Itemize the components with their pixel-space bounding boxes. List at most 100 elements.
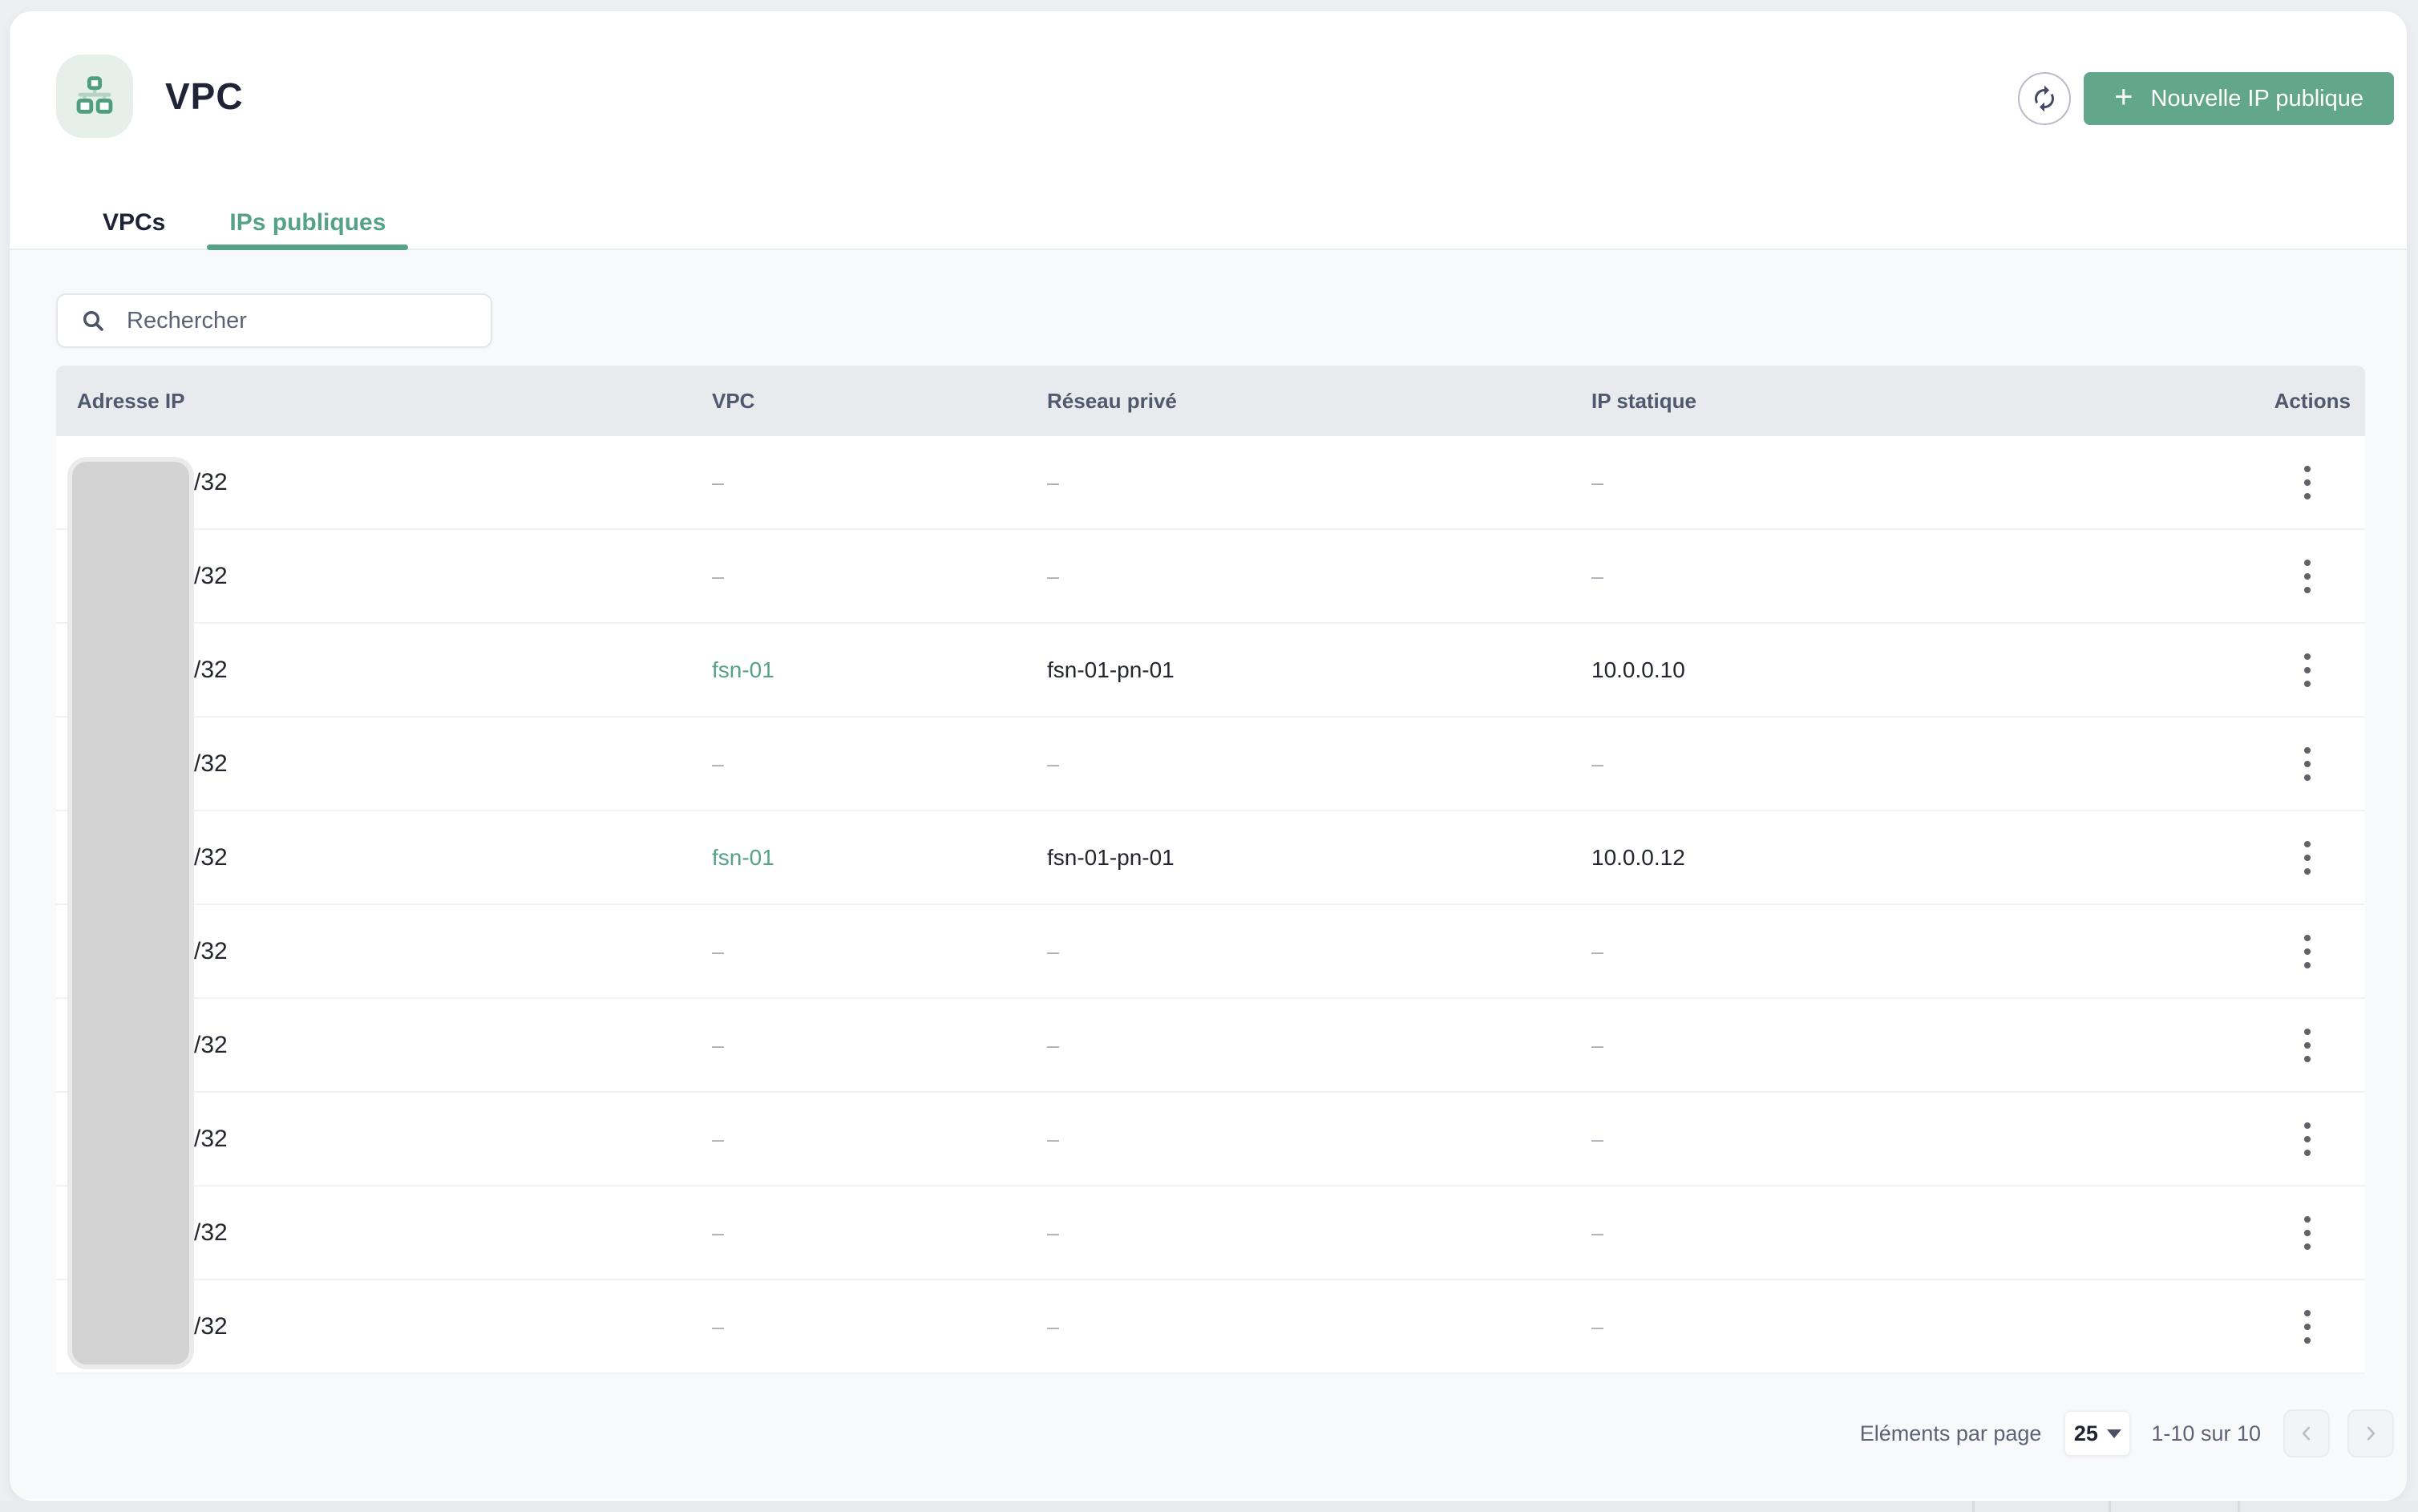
ip-mask: /32	[194, 844, 228, 871]
vpc-value: –	[712, 471, 724, 495]
network-tree-icon	[71, 73, 118, 119]
static-ip-value: 10.0.0.12	[1591, 845, 1685, 870]
cell-actions	[2249, 924, 2365, 980]
vpc-value: –	[712, 1221, 724, 1245]
kebab-menu-icon[interactable]	[2288, 736, 2327, 792]
kebab-menu-icon[interactable]	[2288, 924, 2327, 980]
static-ip-value: –	[1591, 564, 1603, 588]
ip-mask: /32	[194, 469, 228, 495]
static-ip-value: –	[1591, 471, 1603, 495]
vpc-value: –	[712, 1033, 724, 1057]
search-input[interactable]	[125, 307, 478, 335]
static-ip-value: 10.0.0.10	[1591, 657, 1685, 682]
table-row: /32 – – –	[56, 1093, 2365, 1187]
cell-actions	[2249, 830, 2365, 886]
vpc-value[interactable]: fsn-01	[712, 845, 774, 870]
cell-ip-statique: 10.0.0.12	[1591, 845, 2249, 871]
kebab-menu-icon[interactable]	[2288, 830, 2327, 886]
kebab-menu-icon[interactable]	[2288, 548, 2327, 604]
kebab-menu-icon[interactable]	[2288, 455, 2327, 511]
private-network-value: –	[1047, 1127, 1059, 1151]
cell-actions	[2249, 1017, 2365, 1073]
kebab-menu-icon[interactable]	[2288, 642, 2327, 698]
private-network-value: fsn-01-pn-01	[1047, 845, 1175, 870]
cell-actions	[2249, 1205, 2365, 1261]
public-ips-table: Adresse IP VPC Réseau privé IP statique …	[56, 366, 2365, 1374]
card-body: Adresse IP VPC Réseau privé IP statique …	[10, 250, 2407, 1499]
cell-actions	[2249, 736, 2365, 792]
ip-mask: /32	[194, 657, 228, 683]
ip-mask: /32	[194, 938, 228, 964]
static-ip-value: –	[1591, 1127, 1603, 1151]
cell-vpc: –	[712, 1220, 1047, 1246]
column-header-ip-statique: IP statique	[1591, 389, 2249, 414]
kebab-menu-icon[interactable]	[2288, 1111, 2327, 1167]
tab-ips-publiques[interactable]: IPs publiques	[207, 196, 408, 250]
cell-reseau-prive: –	[1047, 1033, 1591, 1058]
ip-mask: /32	[194, 1219, 228, 1246]
items-per-page-label: Eléments par page	[1860, 1421, 2042, 1446]
cell-ip-statique: –	[1591, 1314, 2249, 1340]
private-network-value: –	[1047, 564, 1059, 588]
column-header-adresse-ip: Adresse IP	[56, 389, 712, 414]
cell-vpc: –	[712, 939, 1047, 964]
cell-vpc: –	[712, 1033, 1047, 1058]
vpc-value: –	[712, 1127, 724, 1151]
private-network-value: –	[1047, 1033, 1059, 1057]
table-row: /32 – – –	[56, 530, 2365, 624]
static-ip-value: –	[1591, 940, 1603, 964]
cell-ip-statique: –	[1591, 564, 2249, 589]
header-actions: + Nouvelle IP publique	[2018, 72, 2394, 125]
column-header-actions: Actions	[2274, 389, 2365, 414]
new-public-ip-button-label: Nouvelle IP publique	[2151, 86, 2364, 112]
table-row: /32 – – –	[56, 718, 2365, 811]
refresh-button[interactable]	[2018, 72, 2071, 125]
background-divider	[2109, 1501, 2111, 1512]
cell-reseau-prive: –	[1047, 1126, 1591, 1152]
cell-reseau-prive: fsn-01-pn-01	[1047, 845, 1591, 871]
background-divider	[1972, 1501, 1975, 1512]
kebab-menu-icon[interactable]	[2288, 1299, 2327, 1355]
kebab-menu-icon[interactable]	[2288, 1017, 2327, 1073]
cell-actions	[2249, 642, 2365, 698]
table-header-row: Adresse IP VPC Réseau privé IP statique …	[56, 366, 2365, 436]
cell-ip-statique: –	[1591, 470, 2249, 495]
vpc-product-icon	[56, 55, 133, 138]
cell-ip-statique: 10.0.0.10	[1591, 657, 2249, 683]
vpc-value: –	[712, 752, 724, 776]
ip-mask: /32	[194, 1032, 228, 1058]
page-size-select[interactable]: 25	[2064, 1411, 2130, 1456]
card-header: VPC + Nouvelle IP publique VPCs IPs publ…	[10, 11, 2407, 250]
chevron-right-icon	[2362, 1425, 2380, 1442]
tab-ips-publiques-label: IPs publiques	[229, 209, 386, 237]
cell-reseau-prive: –	[1047, 1220, 1591, 1246]
static-ip-value: –	[1591, 1315, 1603, 1339]
tab-vpcs[interactable]: VPCs	[80, 196, 188, 250]
next-page-button[interactable]	[2347, 1409, 2394, 1457]
tab-bar: VPCs IPs publiques	[80, 196, 408, 250]
kebab-menu-icon[interactable]	[2288, 1205, 2327, 1261]
table-row: /32 – – –	[56, 1187, 2365, 1280]
column-header-vpc: VPC	[712, 389, 1047, 414]
redacted-ip-overlay	[67, 457, 194, 1369]
vpc-value[interactable]: fsn-01	[712, 657, 774, 682]
private-network-value: –	[1047, 1315, 1059, 1339]
cell-vpc: fsn-01	[712, 845, 1047, 871]
cell-ip-statique: –	[1591, 751, 2249, 777]
vpc-value: –	[712, 1315, 724, 1339]
pagination: Eléments par page 25 1-10 sur 10	[1860, 1409, 2394, 1458]
private-network-value: –	[1047, 1221, 1059, 1245]
page-title: VPC	[165, 75, 244, 118]
cell-reseau-prive: –	[1047, 939, 1591, 964]
cell-vpc: –	[712, 1314, 1047, 1340]
cell-reseau-prive: –	[1047, 470, 1591, 495]
cell-reseau-prive: fsn-01-pn-01	[1047, 657, 1591, 683]
cell-actions	[2249, 548, 2365, 604]
new-public-ip-button[interactable]: + Nouvelle IP publique	[2084, 72, 2394, 125]
cell-actions	[2249, 455, 2365, 511]
prev-page-button[interactable]	[2283, 1409, 2330, 1457]
tab-vpcs-label: VPCs	[103, 209, 165, 237]
cell-reseau-prive: –	[1047, 564, 1591, 589]
ip-mask: /32	[194, 750, 228, 777]
ip-mask: /32	[194, 563, 228, 589]
